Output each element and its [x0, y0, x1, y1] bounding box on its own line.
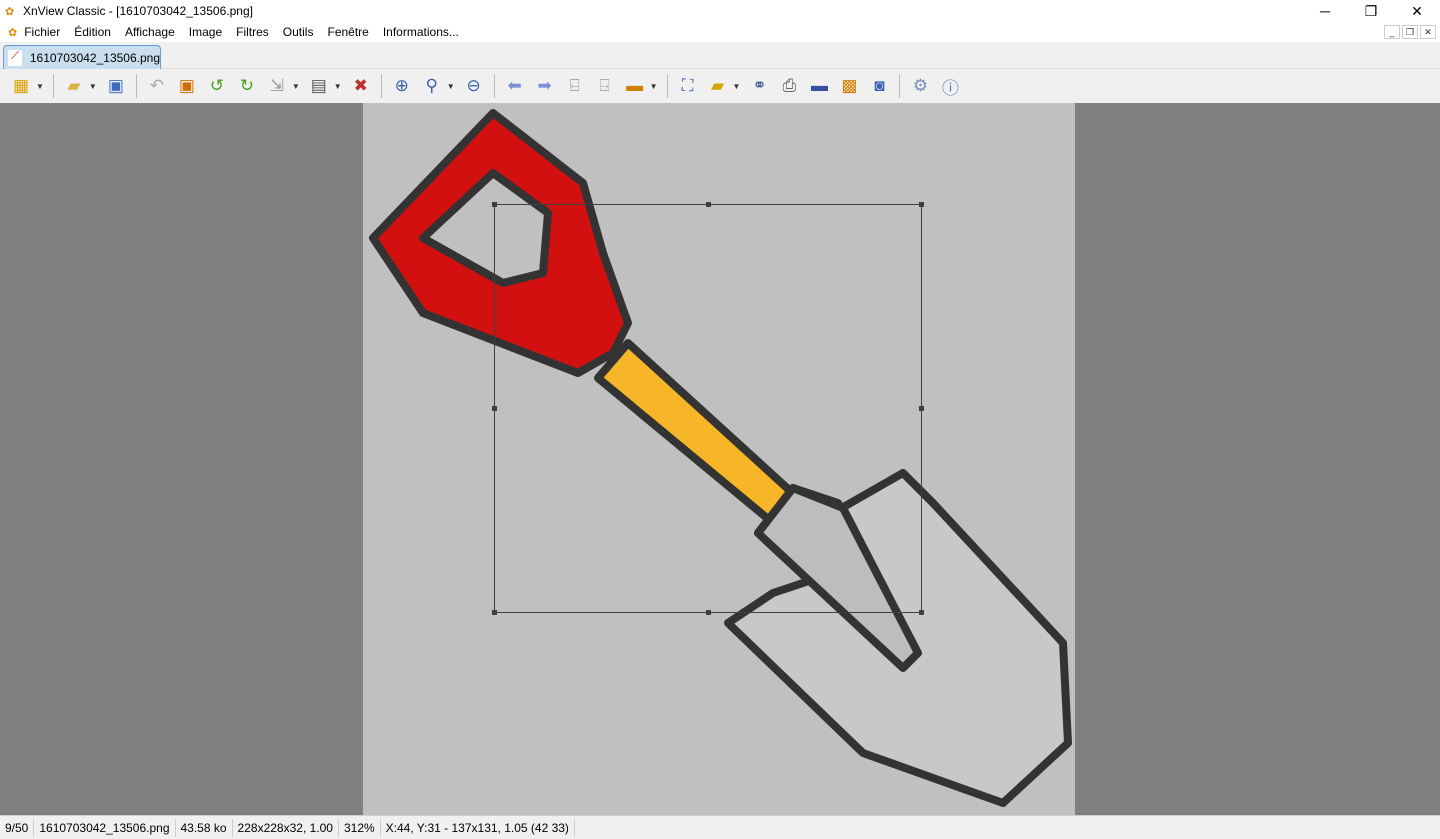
tab-image[interactable]: ⟋ 1610703042_13506.png [3, 45, 161, 69]
menu-image[interactable]: Image [182, 25, 229, 39]
convert-icon[interactable]: ▰ [706, 74, 730, 98]
app-menu-icon[interactable]: ✿ [8, 26, 17, 39]
separator [52, 74, 54, 98]
separator [666, 74, 668, 98]
mdi-controls: _ ❐ ✕ [1384, 25, 1436, 39]
menu-edition[interactable]: Édition [67, 25, 118, 39]
close-button[interactable]: ✕ [1394, 0, 1440, 22]
previous-icon[interactable]: ⬅ [503, 74, 527, 98]
resize-handle[interactable] [919, 202, 924, 207]
menu-filtres[interactable]: Filtres [229, 25, 276, 39]
chevron-down-icon[interactable]: ▼ [292, 82, 300, 91]
menu-informations[interactable]: Informations... [376, 25, 466, 39]
chevron-down-icon[interactable]: ▼ [36, 82, 44, 91]
resize-icon[interactable]: ⇲ [265, 74, 289, 98]
open-folder-icon[interactable]: ▰ [62, 74, 86, 98]
resize-handle[interactable] [492, 202, 497, 207]
menu-fenetre[interactable]: Fenêtre [320, 25, 375, 39]
browser-icon[interactable]: ▦ [9, 74, 33, 98]
chevron-down-icon[interactable]: ▼ [89, 82, 97, 91]
red-eye-icon[interactable]: ✖ [349, 74, 373, 98]
mdi-restore-button[interactable]: ❐ [1402, 25, 1418, 39]
save-icon[interactable]: ▣ [104, 74, 128, 98]
find-icon[interactable]: ⚭ [747, 74, 771, 98]
menu-bar: ✿ Fichier Édition Affichage Image Filtre… [0, 22, 1440, 42]
rotate-left-icon[interactable]: ↺ [205, 74, 229, 98]
chevron-down-icon[interactable]: ▼ [334, 82, 342, 91]
separator [135, 74, 137, 98]
status-dimensions: 228x228x32, 1.00 [233, 818, 339, 837]
toolbar: ▦ ▼ ▰ ▼ ▣ ↶ ▣ ↺ ↻ ⇲ ▼ ▤ ▼ ✖ ⊕ ⚲ ▼ ⊖ ⬅ ➡ ⍇ ⍈ ▬… [0, 69, 1440, 103]
selection-rectangle[interactable] [492, 202, 924, 615]
separator [899, 74, 901, 98]
zoom-in-icon[interactable]: ⊕ [390, 74, 414, 98]
menu-outils[interactable]: Outils [276, 25, 321, 39]
info-icon[interactable]: ⓘ [938, 74, 962, 98]
adjust-colors-icon[interactable]: ▤ [307, 74, 331, 98]
resize-handle[interactable] [706, 202, 711, 207]
rotate-right-icon[interactable]: ↻ [235, 74, 259, 98]
zoom-out-icon[interactable]: ⊖ [462, 74, 486, 98]
separator [380, 74, 382, 98]
tab-bar: ⟋ 1610703042_13506.png [0, 42, 1440, 69]
status-zoom: 312% [339, 818, 381, 837]
status-bar: 9/50 1610703042_13506.png 43.58 ko 228x2… [0, 815, 1440, 839]
slideshow-icon[interactable]: ▬ [623, 74, 647, 98]
undo-icon[interactable]: ↶ [145, 74, 169, 98]
image-viewer[interactable] [0, 103, 1440, 815]
separator [493, 74, 495, 98]
chevron-down-icon[interactable]: ▼ [733, 82, 741, 91]
resize-handle[interactable] [706, 610, 711, 615]
resize-handle[interactable] [919, 406, 924, 411]
mdi-minimize-button[interactable]: _ [1384, 25, 1400, 39]
status-selection: X:44, Y:31 - 137x131, 1.05 (42 33) [381, 818, 575, 837]
capture-icon[interactable]: ◙ [867, 74, 891, 98]
image-thumbnail-icon: ⟋ [8, 49, 22, 66]
crop-icon[interactable]: ▣ [175, 74, 199, 98]
title-bar: ✿ XnView Classic - [1610703042_13506.png… [0, 0, 1440, 22]
status-filesize: 43.58 ko [176, 818, 233, 837]
maximize-button[interactable]: ❐ [1348, 0, 1394, 22]
next-page-icon[interactable]: ⍈ [593, 74, 617, 98]
mdi-close-button[interactable]: ✕ [1420, 25, 1436, 39]
status-filename: 1610703042_13506.png [34, 818, 176, 837]
next-icon[interactable]: ➡ [533, 74, 557, 98]
resize-handle[interactable] [919, 610, 924, 615]
xnview-logo-icon: ✿ [5, 6, 15, 18]
minimize-button[interactable]: ─ [1302, 0, 1348, 22]
window-title: XnView Classic - [1610703042_13506.png] [23, 4, 253, 18]
zoom-1-1-icon[interactable]: ⚲ [420, 74, 444, 98]
batch-icon[interactable]: ▩ [837, 74, 861, 98]
tab-label: 1610703042_13506.png [29, 50, 160, 65]
chevron-down-icon[interactable]: ▼ [447, 82, 455, 91]
chevron-down-icon[interactable]: ▼ [650, 82, 658, 91]
settings-icon[interactable]: ⚙ [908, 74, 932, 98]
print-icon[interactable]: ⎙ [777, 74, 801, 98]
scan-icon[interactable]: ▬ [807, 74, 831, 98]
fullscreen-icon[interactable]: ⛶ [676, 74, 700, 98]
status-index: 9/50 [0, 818, 35, 837]
menu-fichier[interactable]: Fichier [17, 25, 67, 39]
resize-handle[interactable] [492, 610, 497, 615]
resize-handle[interactable] [492, 406, 497, 411]
previous-page-icon[interactable]: ⍇ [563, 74, 587, 98]
menu-affichage[interactable]: Affichage [118, 25, 182, 39]
